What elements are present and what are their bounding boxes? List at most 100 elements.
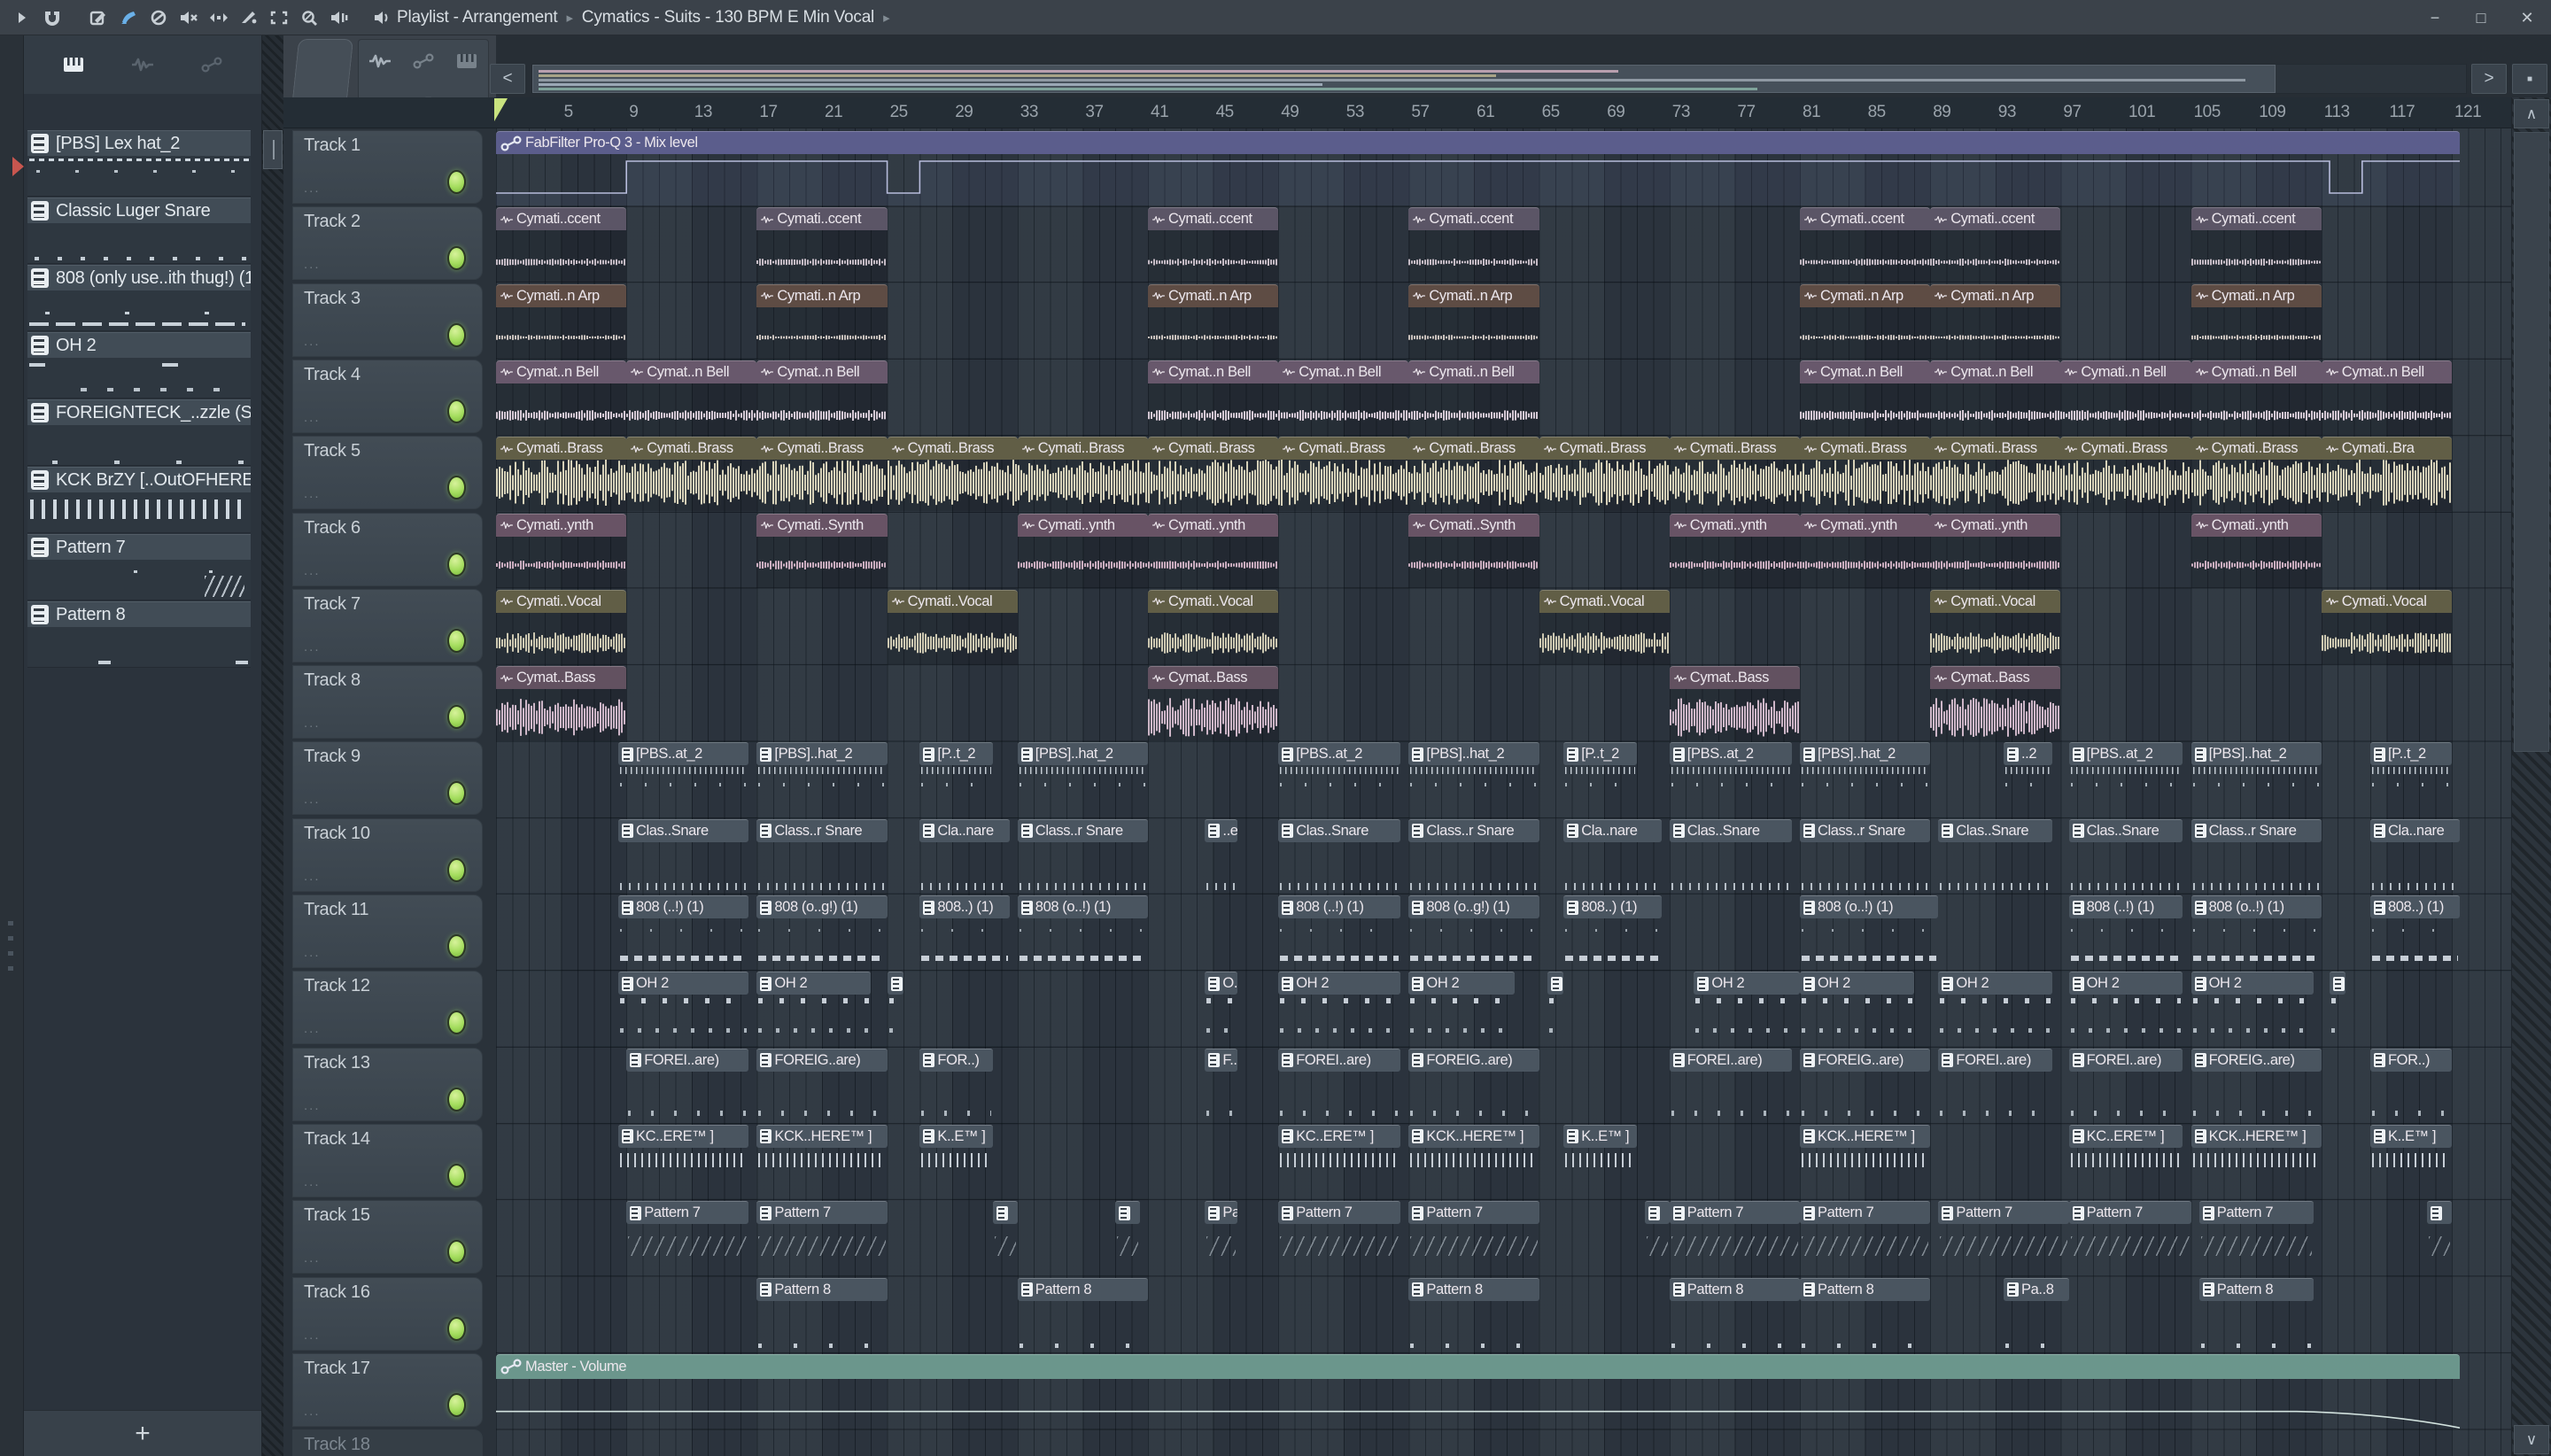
pattern-clip[interactable]: Pattern 8 (1669, 1277, 1800, 1352)
track-options[interactable]: ... (304, 1328, 321, 1343)
pattern-clip[interactable]: Clas..Snare (2068, 818, 2183, 894)
pattern-clip[interactable] (1547, 972, 1564, 1046)
audio-tab[interactable] (130, 56, 155, 74)
pattern-clip[interactable]: Class..r Snare (1800, 818, 1931, 894)
pattern-clip[interactable]: Pattern 7 (626, 1201, 749, 1275)
audio-clip[interactable]: Cymat..n Bell (1800, 360, 1931, 436)
track-options[interactable]: ... (304, 716, 321, 731)
clip-header[interactable]: FOREIG..are) (1408, 1048, 1539, 1072)
pattern-clip[interactable]: OH 2 (1408, 972, 1515, 1046)
horizontal-scrollbar-thumb[interactable] (532, 65, 2276, 93)
clip-header[interactable]: Cymati..Vocal (887, 589, 1018, 613)
clip-header[interactable]: Pattern 7 (2068, 1201, 2191, 1225)
clip-header[interactable]: Cymat..Bass (1148, 666, 1279, 690)
timeline-ruler[interactable]: 5 9 13 17 21 25 29 33 37 41 45 49 53 57 61 65 69 73 77 81 85… (283, 97, 2511, 128)
pattern-clip[interactable]: [PBS]..hat_2 (1800, 742, 1931, 817)
clip-header[interactable]: Cymati..Brass (1278, 437, 1409, 461)
clip-header[interactable]: Cymati..Vocal (1148, 589, 1279, 613)
clip-header[interactable]: Cymati..ynth (1669, 513, 1800, 537)
pattern-item[interactable]: [PBS] Lex hat_2 (27, 130, 251, 156)
audio-clip[interactable]: Cymati..Brass (1669, 437, 1800, 512)
pattern-clip[interactable]: [PBS..at_2 (2068, 742, 2183, 817)
clip-header[interactable]: Pattern 8 (1800, 1277, 1931, 1301)
pattern-clip[interactable]: Pattern 8 (2198, 1277, 2314, 1352)
clip-header[interactable]: Class..r Snare (2190, 818, 2322, 842)
clip-header[interactable]: 808..) (1) (919, 895, 1010, 918)
pattern-clip[interactable]: KCK..HERE™ ] (1800, 1124, 1931, 1199)
audio-clip[interactable]: Cymati..ynth (1800, 513, 1931, 588)
clip-header[interactable]: Cymat..n Bell (496, 360, 627, 383)
clip-header[interactable]: 808..) (1) (2370, 895, 2461, 918)
clip-header[interactable]: Pattern 7 (1278, 1201, 1401, 1225)
clip-header[interactable] (2330, 972, 2346, 995)
pattern-clip[interactable]: Class..r Snare (756, 818, 888, 894)
clip-header[interactable]: Pattern 8 (1408, 1277, 1539, 1301)
clip-header[interactable]: KCK..HERE™ ] (756, 1124, 888, 1148)
pattern-clip[interactable]: Clas..Snare (618, 818, 749, 894)
pattern-clip[interactable]: 808..) (1) (919, 895, 1010, 970)
clip-header[interactable]: FOREIG..are) (1800, 1048, 1931, 1072)
pattern-clip[interactable]: Class..r Snare (1408, 818, 1539, 894)
clip-header[interactable]: Clas..Snare (2068, 818, 2183, 842)
track-mute-led[interactable] (447, 781, 466, 806)
audio-clip[interactable]: Cymati..Vocal (1930, 589, 2061, 665)
pattern-clip[interactable]: OH 2 (756, 972, 872, 1046)
clip-header[interactable]: FOREI..are) (1938, 1048, 2053, 1072)
pattern-clip[interactable]: [P..t_2 (2370, 742, 2452, 817)
audio-clip[interactable]: Cymati..Brass (1408, 437, 1539, 512)
clip-header[interactable]: Cymat..Bass (1930, 666, 2061, 690)
pattern-clip[interactable]: KCK..HERE™ ] (2190, 1124, 2322, 1199)
clip-header[interactable]: OH 2 (1938, 972, 2053, 995)
clip-header[interactable]: Clas..Snare (1669, 818, 1792, 842)
audio-clip[interactable]: Cymat..n Bell (1930, 360, 2061, 436)
pattern-clip[interactable]: OH 2 (1938, 972, 2053, 1046)
track-header[interactable]: Track 11 ... (292, 895, 483, 968)
clip-header[interactable]: Cymati..Vocal (496, 589, 627, 613)
clip-header[interactable]: Cymati..n Arp (2190, 283, 2322, 307)
audio-clip[interactable]: Cymati..Synth (756, 513, 888, 588)
clip-header[interactable]: Cla..nare (919, 818, 1010, 842)
pattern-clip[interactable]: 808 (..!) (1) (1278, 895, 1401, 970)
clip-header[interactable]: [PBS..at_2 (1278, 742, 1401, 766)
clip-header[interactable]: [P..t_2 (2370, 742, 2452, 766)
clip-header[interactable]: Class..r Snare (1408, 818, 1539, 842)
clip-header[interactable]: [PBS]..hat_2 (1800, 742, 1931, 766)
pattern-clip[interactable]: K..E™ ] (919, 1124, 994, 1199)
audio-clip[interactable]: Cymati..n Arp (756, 283, 888, 359)
pattern-clip[interactable] (993, 1201, 1018, 1275)
paint-brush-icon[interactable] (113, 0, 143, 35)
clip-header[interactable]: Pattern 8 (756, 1277, 888, 1301)
track-options[interactable]: ... (304, 486, 321, 501)
track-header[interactable]: Track 14 ... (292, 1123, 483, 1197)
track-mute-led[interactable] (447, 246, 466, 271)
pattern-clip[interactable]: OH 2 (1278, 972, 1401, 1046)
scroll-left-button[interactable]: < (490, 64, 525, 94)
clip-header[interactable]: Cymati..ynth (1800, 513, 1931, 537)
pattern-clip[interactable]: OH 2 (2068, 972, 2183, 1046)
pattern-item[interactable]: FOREIGNTECK_..zzle (Snare) (27, 399, 251, 425)
track-options[interactable]: ... (304, 1098, 321, 1113)
audio-clip[interactable]: Cymati..Brass (1800, 437, 1931, 512)
clip-header[interactable]: Cymati..ccent (756, 207, 888, 231)
track-mute-led[interactable] (447, 476, 466, 500)
clip-header[interactable]: Cymati..Brass (1408, 437, 1539, 461)
track-options[interactable]: ... (304, 1251, 321, 1266)
track-options[interactable]: ... (304, 334, 321, 349)
audio-clip[interactable]: Cymati..Brass (2190, 437, 2322, 512)
audio-clip[interactable]: Cymati..ynth (2190, 513, 2322, 588)
track-mute-led[interactable] (447, 1240, 466, 1265)
pattern-clip[interactable]: 808 (o..g!) (1) (1408, 895, 1539, 970)
clip-header[interactable]: OH 2 (756, 972, 872, 995)
clip-header[interactable]: 808 (..!) (1) (2068, 895, 2183, 918)
clip-header[interactable]: Pattern 7 (1669, 1201, 1800, 1225)
clip-header[interactable]: Cymat..n Bell (626, 360, 757, 383)
clip-header[interactable]: Cymati..Brass (1669, 437, 1800, 461)
clip-header[interactable]: FOREI..are) (1278, 1048, 1401, 1072)
clip-header[interactable]: O.. (1205, 972, 1238, 995)
track-header[interactable]: Track 6 ... (292, 512, 483, 586)
clip-header[interactable]: Pattern 7 (756, 1201, 888, 1225)
pattern-clip[interactable]: Pattern 7 (1669, 1201, 1800, 1275)
clip-header[interactable]: OH 2 (1278, 972, 1401, 995)
clip-header[interactable]: OH 2 (1408, 972, 1515, 995)
pattern-clip[interactable]: [PBS..at_2 (1278, 742, 1401, 817)
